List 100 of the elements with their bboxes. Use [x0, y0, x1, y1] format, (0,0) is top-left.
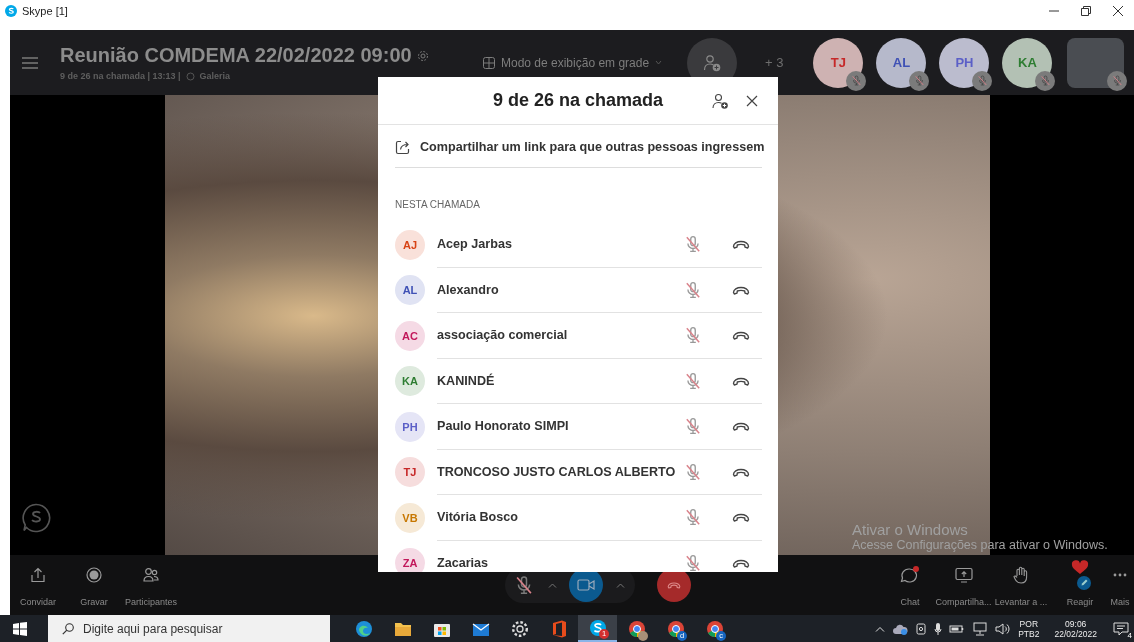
remove-from-call-button[interactable] [732, 375, 750, 386]
people-icon [143, 567, 159, 583]
avatar-initials: AC [402, 329, 418, 342]
record-button[interactable]: Gravar [66, 555, 122, 611]
network-icon[interactable] [972, 621, 989, 636]
skype-icon[interactable] [588, 618, 607, 637]
menu-button[interactable] [22, 56, 38, 69]
chrome-icon[interactable] [666, 619, 685, 638]
grid-icon [483, 56, 495, 69]
camera-icon [577, 579, 595, 591]
participant-avatar[interactable]: AL [876, 37, 927, 88]
notifications-button[interactable]: 4 [1108, 615, 1134, 642]
folder-icon[interactable] [393, 620, 412, 637]
remove-from-call-button[interactable] [732, 421, 750, 432]
microphone-icon[interactable] [934, 621, 943, 636]
avatar-initials: PH [402, 420, 418, 433]
add-person-icon [703, 53, 721, 72]
gear-icon[interactable] [416, 49, 429, 62]
mute-button[interactable] [684, 554, 702, 572]
microphone-icon[interactable] [514, 575, 534, 595]
search-field[interactable]: Digite aqui para pesquisar [48, 615, 330, 642]
avatar-initials: TJ [403, 466, 417, 479]
clock-button[interactable]: 09:06 22/02/2022 [1054, 618, 1097, 639]
window-title: Skype [1] [22, 5, 68, 17]
profile-avatar [638, 631, 648, 641]
mute-button[interactable] [684, 462, 702, 481]
participants-button[interactable]: Participantes [122, 555, 180, 611]
caret-icon [615, 582, 625, 588]
share-link-button[interactable]: Compartilhar um link para que outras pessoas ingressem [395, 126, 762, 168]
view-name: Galeria [199, 71, 231, 81]
panel-title: 9 de 26 na chamada [492, 90, 664, 111]
remove-from-call-button[interactable] [732, 239, 750, 250]
react-button[interactable]: Reagir [1054, 555, 1106, 611]
close-button[interactable] [746, 94, 758, 107]
remove-from-call-button[interactable] [732, 512, 750, 523]
battery-icon[interactable] [949, 623, 966, 634]
participant-name: Paulo Honorato SIMPI [437, 419, 570, 434]
call-status: 9 de 26 na chamada | 13:13 | [60, 71, 181, 81]
hand-icon [1013, 566, 1029, 584]
participant-name: TRONCOSO JUSTO CARLOS ALBERTO [437, 464, 677, 479]
add-person-icon [712, 92, 728, 109]
avatar-initials: TJ [830, 55, 846, 70]
mute-button[interactable] [684, 371, 702, 390]
skype-logo-icon [5, 5, 17, 17]
windows-icon [13, 621, 27, 636]
avatar-initials: AJ [402, 238, 418, 251]
avatar-initials: PH [955, 55, 974, 70]
notification-count: 4 [1127, 631, 1132, 640]
video-thumbnail[interactable] [1067, 37, 1125, 88]
share-icon [395, 138, 411, 155]
avatar-initials: AL [402, 284, 418, 297]
remove-from-call-button[interactable] [732, 330, 750, 341]
caret-icon [547, 582, 557, 588]
mute-button[interactable] [684, 417, 702, 436]
remove-from-call-button[interactable] [732, 558, 750, 569]
chrome-icon[interactable] [705, 619, 724, 638]
gallery-icon [185, 71, 195, 81]
avatar-initials: VB [402, 511, 418, 524]
office-icon[interactable] [550, 619, 567, 638]
notification-icon [1113, 621, 1129, 636]
section-heading: NESTA CHAMADA [395, 199, 481, 211]
chat-icon [900, 566, 920, 584]
remove-from-call-button[interactable] [732, 466, 750, 477]
avatar-initials: AL [892, 55, 911, 70]
search-icon [62, 623, 74, 635]
chevron-up-icon[interactable] [875, 625, 886, 632]
hand-button[interactable]: Levantar a ... [992, 555, 1050, 611]
edge-icon[interactable] [354, 619, 373, 638]
settings-icon[interactable] [510, 619, 529, 638]
avatar-initials: KA [1018, 55, 1037, 70]
grid-mode-button[interactable]: Modo de exibição em grade [483, 55, 675, 70]
add-person-button[interactable] [712, 92, 728, 109]
remove-from-call-button[interactable] [732, 284, 750, 295]
restore-icon [1081, 6, 1091, 16]
cloud-icon[interactable] [892, 622, 909, 635]
mute-button[interactable] [684, 508, 702, 527]
close-icon [746, 94, 758, 107]
avatar-initials: ZA [402, 557, 418, 570]
avatar-initials: KA [402, 375, 418, 388]
meeting-title: Reunião COMDEMA 22/02/2022 09:00 [60, 44, 412, 67]
more-icon [1113, 573, 1127, 577]
overflow-count[interactable]: + 3 [765, 55, 784, 70]
share-button[interactable]: Compartilha... [935, 555, 992, 611]
mute-button[interactable] [684, 326, 702, 345]
chat-button[interactable]: Chat [885, 555, 935, 611]
participant-name: KANINDÉ [437, 373, 496, 388]
input-language-button[interactable]: POR PTB2 [1018, 618, 1040, 639]
record-icon [86, 567, 102, 583]
menu-icon [22, 56, 38, 69]
mute-button[interactable] [684, 235, 702, 254]
screen-share-icon [954, 567, 973, 583]
invite-button[interactable]: Convidar [10, 555, 66, 611]
volume-icon[interactable] [995, 621, 1012, 636]
chrome-icon[interactable] [627, 619, 646, 638]
participant-name: Vitória Bosco [437, 510, 519, 525]
more-button[interactable]: Mais [1106, 555, 1134, 611]
skype-logo-icon [21, 503, 51, 533]
activation-title: Ativar o Windows [852, 521, 969, 538]
mute-button[interactable] [684, 280, 702, 299]
caret-icon [655, 60, 663, 65]
